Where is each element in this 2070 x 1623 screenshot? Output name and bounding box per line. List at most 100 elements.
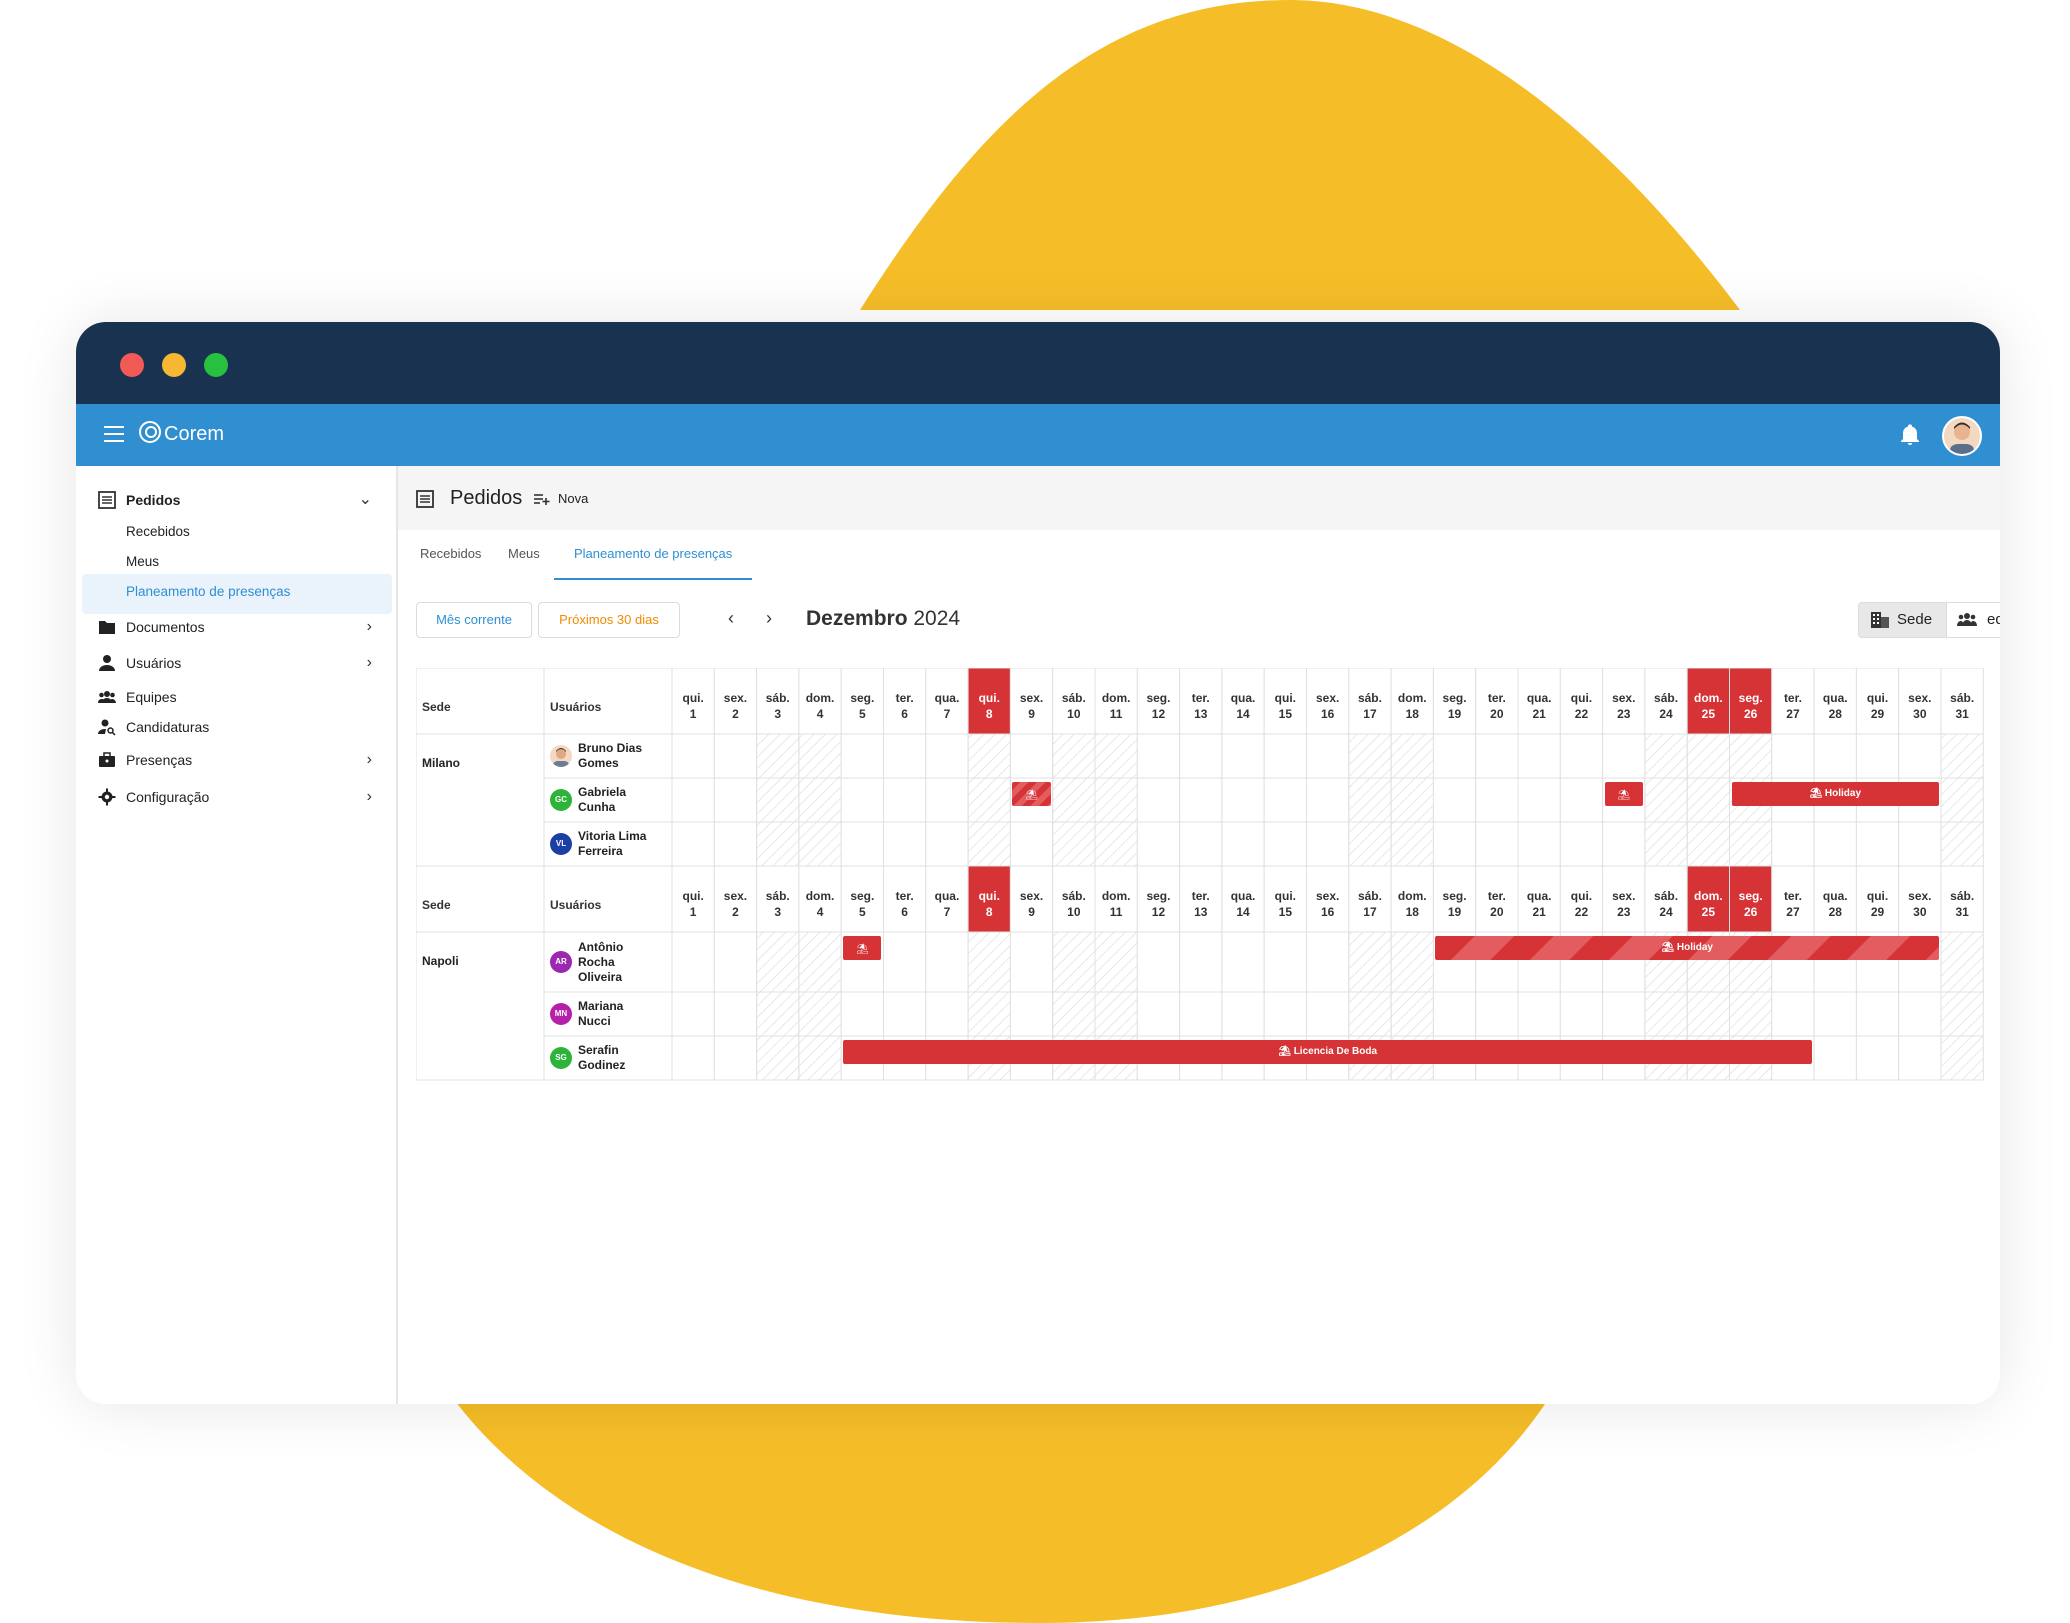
day-cell: [1136, 733, 1181, 779]
day-cell: [713, 931, 758, 993]
day-cell: [1517, 991, 1561, 1037]
chevron-right-icon: ›: [366, 751, 372, 768]
day-header-label: ter. 6: [884, 690, 926, 722]
new-request-button[interactable]: Nova: [534, 487, 588, 511]
day-cell: [1475, 991, 1519, 1037]
day-number: 23: [1617, 905, 1631, 919]
list-icon: [98, 491, 116, 509]
day-cell: [798, 821, 842, 867]
next-30-days-button[interactable]: Próximos 30 dias: [538, 602, 680, 638]
attendance-calendar: Sede Usuários qui. 1 sex. 2 sáb. 3 dom. 4 seg. 5 ter…: [416, 668, 1992, 1084]
sidebar-subitem-planeamento[interactable]: Planeamento de presenças: [126, 584, 290, 599]
day-cell: [671, 733, 715, 779]
menu-icon[interactable]: [104, 426, 124, 442]
day-cell: [798, 1035, 842, 1081]
sidebar-item-presencas[interactable]: Presenças ›: [76, 740, 396, 780]
user-name-line: Nucci: [578, 1014, 611, 1028]
sidebar-subitem-recebidos[interactable]: Recebidos: [126, 524, 190, 539]
absence-bar[interactable]: ⛱: [843, 936, 882, 960]
day-header-label: qui. 8: [968, 888, 1010, 920]
day-header-label: qui. 1: [672, 690, 714, 722]
day-cell: [1771, 733, 1815, 779]
day-header-label: dom. 4: [799, 690, 841, 722]
day-cell: [1432, 777, 1477, 823]
day-weekday: sex.: [1908, 889, 1932, 903]
minimize-window-button[interactable]: [162, 353, 186, 377]
sidebar-item-pedidos[interactable]: Pedidos ⌄: [76, 480, 396, 520]
next-month-icon[interactable]: ›: [766, 608, 772, 629]
day-header-label: qua. 28: [1814, 888, 1856, 920]
day-header-label: qua. 14: [1222, 690, 1264, 722]
tab-meus[interactable]: Meus: [508, 530, 540, 578]
day-cell: [883, 991, 927, 1037]
day-cell: [1686, 777, 1730, 823]
bell-icon[interactable]: [1900, 424, 1920, 446]
day-cell: [1940, 931, 1984, 993]
day-cell: [756, 991, 800, 1037]
prev-month-icon[interactable]: ‹: [728, 608, 734, 629]
user-name-line: Serafin: [578, 1043, 619, 1057]
day-cell: [925, 821, 969, 867]
day-cell: [1855, 1035, 1900, 1081]
day-cell: [1306, 777, 1350, 823]
day-number: 31: [1955, 905, 1969, 919]
day-weekday: sex.: [1612, 889, 1636, 903]
absence-bar[interactable]: ⛱: [1604, 782, 1643, 806]
person-search-icon: [98, 719, 116, 736]
day-cell: [840, 733, 885, 779]
day-cell: [967, 991, 1011, 1037]
view-sede-button[interactable]: Sede: [1858, 602, 1948, 638]
day-cell: [1771, 821, 1815, 867]
sidebar-subitem-meus[interactable]: Meus: [126, 554, 159, 569]
day-header-label: seg. 19: [1433, 888, 1475, 920]
day-cell: [1559, 991, 1604, 1037]
day-weekday: qua.: [1526, 889, 1552, 903]
current-month-button[interactable]: Mês corrente: [416, 602, 532, 638]
new-request-label: Nova: [558, 491, 589, 506]
day-cell: [925, 777, 969, 823]
day-weekday: qui.: [1274, 889, 1296, 903]
day-cell: [756, 777, 800, 823]
day-number: 25: [1701, 707, 1716, 721]
absence-bar[interactable]: ⛱ Licencia De Boda: [843, 1040, 1813, 1064]
day-header-label: qua. 7: [926, 690, 968, 722]
day-number: 4: [816, 707, 824, 721]
day-cell: [1136, 777, 1181, 823]
day-header-label: ter. 6: [884, 888, 926, 920]
day-number: 1: [689, 707, 697, 721]
day-number: 24: [1659, 905, 1673, 919]
sidebar-item-documentos[interactable]: Documentos ›: [76, 607, 396, 647]
day-cell: [1094, 991, 1138, 1037]
sidebar-item-configuracao[interactable]: Configuração ›: [76, 777, 396, 817]
briefcase-icon: [99, 752, 115, 767]
user-avatar[interactable]: [1942, 416, 1982, 456]
close-window-button[interactable]: [120, 353, 144, 377]
day-number: 30: [1913, 707, 1927, 721]
user-name: Antônio Rocha Oliveira: [578, 940, 623, 985]
day-number: 14: [1236, 707, 1250, 721]
absence-bar[interactable]: ⛱ Holiday: [1731, 782, 1939, 806]
maximize-window-button[interactable]: [204, 353, 228, 377]
header-users-label: Usuários: [550, 700, 602, 714]
day-weekday: seg.: [1442, 889, 1467, 903]
beach-icon: ⛱: [1661, 942, 1677, 953]
day-header-label: seg. 5: [841, 690, 883, 722]
folder-icon: [99, 621, 115, 634]
absence-bar[interactable]: ⛱: [1012, 782, 1051, 806]
tab-recebidos[interactable]: Recebidos: [420, 530, 481, 578]
day-weekday: sáb.: [1950, 889, 1975, 903]
day-number: 30: [1913, 905, 1927, 919]
user-name: Bruno Dias Gomes: [578, 741, 642, 771]
absence-label: Licencia De Boda: [1293, 1046, 1378, 1057]
tab-planeamento[interactable]: Planeamento de presenças: [554, 530, 753, 580]
month-title: Dezembro 2024: [806, 602, 960, 636]
absence-bar[interactable]: ⛱ Holiday: [1435, 936, 1939, 960]
day-number: 2: [732, 905, 739, 919]
day-number: 13: [1194, 707, 1208, 721]
day-cell: [883, 931, 927, 993]
day-cell: [1729, 821, 1773, 867]
view-equipe-label: equipe: [1987, 611, 2000, 628]
view-equipe-button[interactable]: equipe: [1946, 602, 2000, 638]
day-cell: [883, 821, 927, 867]
day-weekday: dom.: [805, 889, 835, 903]
